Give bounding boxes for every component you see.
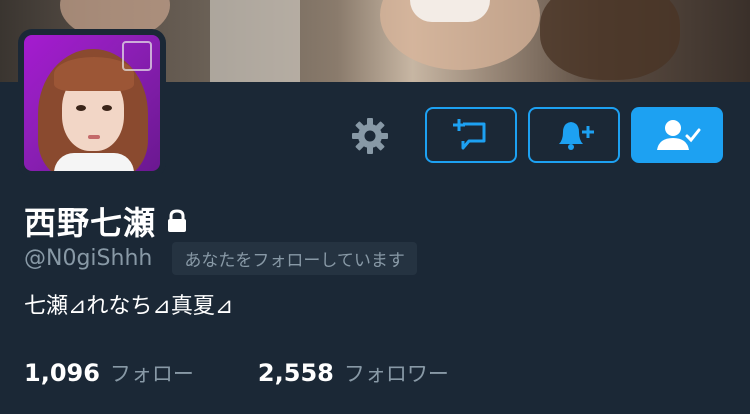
avatar-eye xyxy=(76,105,86,111)
following-label: フォロー xyxy=(109,362,194,386)
profile-name-row: 西野七瀬 xyxy=(24,198,188,244)
avatar-eye xyxy=(102,105,112,111)
followers-count: 2,558 xyxy=(257,359,334,387)
banner-shape xyxy=(210,0,300,82)
avatar-image xyxy=(24,35,160,171)
banner-shape xyxy=(540,0,680,80)
followers-stat[interactable]: 2,558 フォロワー xyxy=(258,358,449,388)
following-count: 1,096 xyxy=(24,359,100,387)
message-plus-icon xyxy=(453,119,486,150)
gear-icon[interactable] xyxy=(350,116,390,156)
avatar[interactable] xyxy=(18,29,166,177)
profile-handle: @N0giShhh xyxy=(24,246,153,271)
profile-stats: 1,096 フォロー 2,558 フォロワー xyxy=(24,358,449,388)
direct-message-button[interactable] xyxy=(425,107,517,163)
following-button[interactable] xyxy=(631,107,723,163)
profile-bio: 七瀬⊿れなち⊿真夏⊿ xyxy=(24,294,234,319)
notifications-button[interactable] xyxy=(528,107,620,163)
lock-icon xyxy=(168,209,187,232)
avatar-shirt xyxy=(54,153,134,171)
banner-shape xyxy=(410,0,490,22)
followers-label: フォロワー xyxy=(343,362,449,386)
bell-plus-icon xyxy=(559,122,594,150)
follows-you-badge: あなたをフォローしています xyxy=(172,242,417,275)
handle-row: @N0giShhh あなたをフォローしています xyxy=(24,242,417,275)
profile-name: 西野七瀬 xyxy=(24,204,157,242)
avatar-decoration xyxy=(122,41,152,71)
following-stat[interactable]: 1,096 フォロー xyxy=(24,358,194,388)
user-check-icon xyxy=(657,120,701,150)
avatar-mouth xyxy=(88,135,100,139)
